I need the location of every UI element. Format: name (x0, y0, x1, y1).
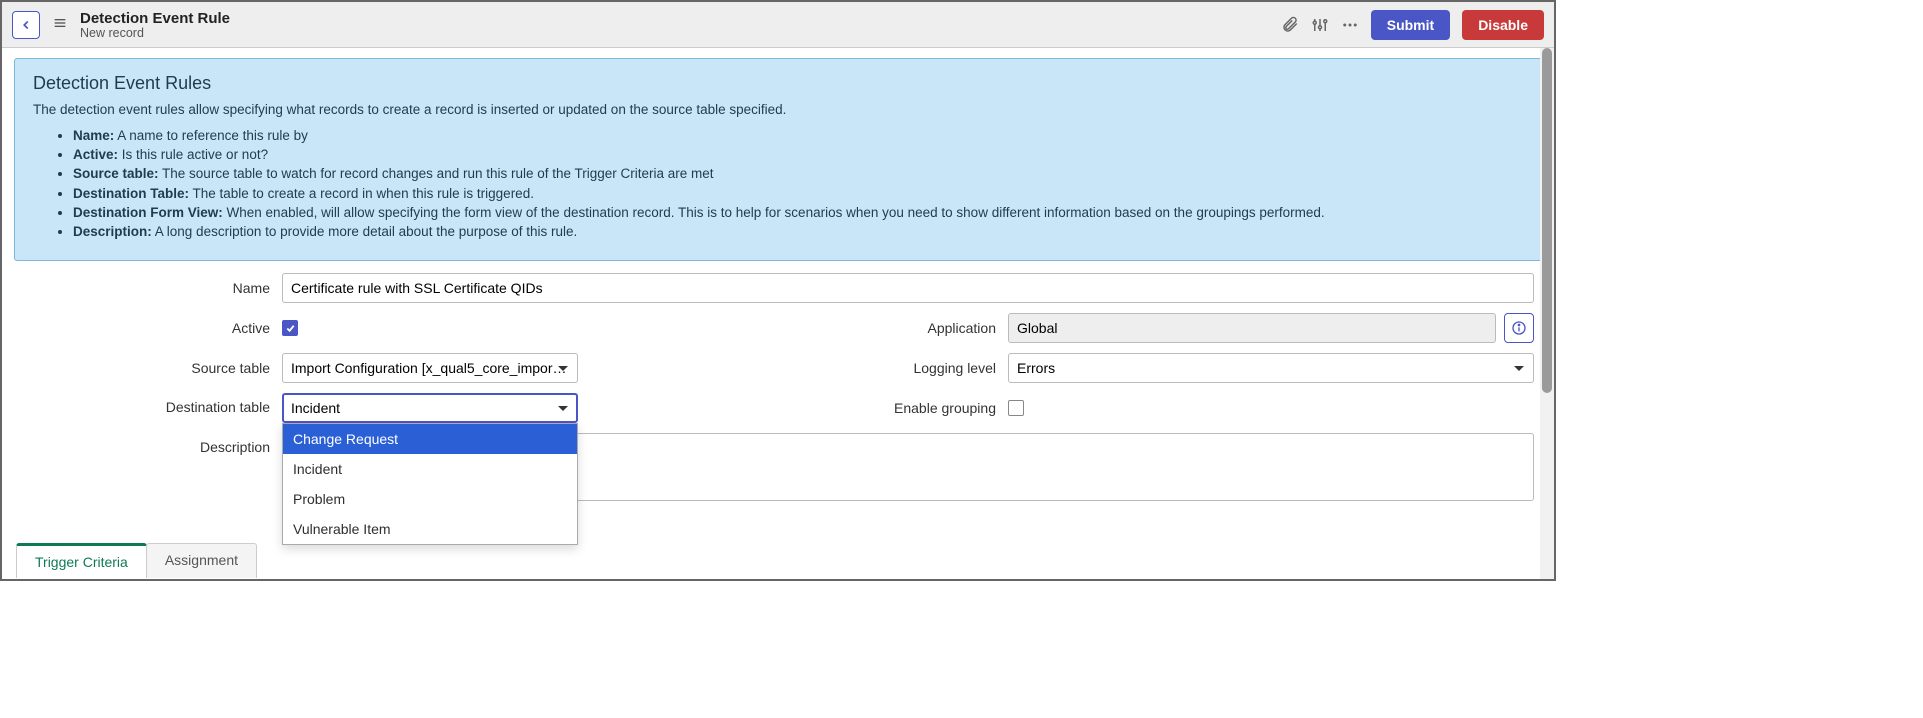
attachment-icon[interactable] (1281, 16, 1299, 34)
row-description: Description (22, 433, 1534, 501)
name-field[interactable] (282, 273, 1534, 303)
submit-button[interactable]: Submit (1371, 10, 1450, 40)
dropdown-item[interactable]: Incident (283, 454, 577, 484)
info-list-item: Name: A name to reference this rule by (73, 127, 1523, 145)
enable-grouping-checkbox[interactable] (1008, 400, 1024, 416)
label-name: Name (22, 280, 282, 296)
info-list-item: Destination Form View: When enabled, wil… (73, 204, 1523, 222)
scrollbar-thumb[interactable] (1542, 48, 1552, 393)
content-area: Detection Event Rules The detection even… (2, 48, 1554, 579)
destination-table-dropdown: Change RequestIncidentProblemVulnerable … (282, 423, 578, 545)
destination-table-select[interactable]: Incident (282, 393, 578, 423)
tabs: Trigger CriteriaAssignment (16, 543, 256, 578)
source-table-select[interactable]: Import Configuration [x_qual5_core_impor… (282, 353, 578, 383)
title-block: Detection Event Rule New record (80, 10, 230, 40)
row-enable-grouping: Enable grouping (788, 393, 1534, 423)
row-application: Application (788, 313, 1534, 343)
dropdown-item[interactable]: Change Request (283, 424, 577, 454)
back-button[interactable] (12, 11, 40, 39)
application-info-button[interactable] (1504, 313, 1534, 343)
info-list-item: Active: Is this rule active or not? (73, 146, 1523, 164)
label-description: Description (22, 433, 282, 455)
dropdown-item[interactable]: Vulnerable Item (283, 514, 577, 544)
info-panel-list: Name: A name to reference this rule byAc… (33, 127, 1523, 241)
row-active: Active (22, 313, 768, 343)
label-source-table: Source table (22, 360, 282, 376)
info-panel-title: Detection Event Rules (33, 73, 1523, 94)
logging-level-select[interactable]: Errors (1008, 353, 1534, 383)
row-name: Name (22, 273, 1534, 303)
info-list-item: Source table: The source table to watch … (73, 165, 1523, 183)
label-active: Active (22, 320, 282, 336)
row-destination-table: Destination table Incident Change Reques… (22, 393, 768, 423)
settings-icon[interactable] (1311, 16, 1329, 34)
scrollbar[interactable] (1540, 48, 1554, 579)
tab-assignment[interactable]: Assignment (146, 543, 257, 578)
label-enable-grouping: Enable grouping (788, 400, 1008, 416)
context-menu-icon[interactable] (52, 15, 68, 34)
dropdown-item[interactable]: Problem (283, 484, 577, 514)
more-icon[interactable] (1341, 16, 1359, 34)
info-panel: Detection Event Rules The detection even… (14, 58, 1542, 261)
info-panel-description: The detection event rules allow specifyi… (33, 102, 1523, 117)
label-destination-table: Destination table (22, 393, 282, 415)
label-application: Application (788, 320, 1008, 336)
page-subtitle: New record (80, 26, 230, 40)
active-checkbox[interactable] (282, 320, 298, 336)
disable-button[interactable]: Disable (1462, 10, 1544, 40)
application-field (1008, 313, 1496, 343)
info-list-item: Description: A long description to provi… (73, 223, 1523, 241)
label-logging-level: Logging level (788, 360, 1008, 376)
page-header: Detection Event Rule New record Submit D… (2, 2, 1554, 48)
page-title: Detection Event Rule (80, 10, 230, 27)
row-logging-level: Logging level Errors (788, 353, 1534, 383)
row-source-table: Source table Import Configuration [x_qua… (22, 353, 768, 383)
info-list-item: Destination Table: The table to create a… (73, 185, 1523, 203)
tab-trigger-criteria[interactable]: Trigger Criteria (16, 543, 147, 578)
